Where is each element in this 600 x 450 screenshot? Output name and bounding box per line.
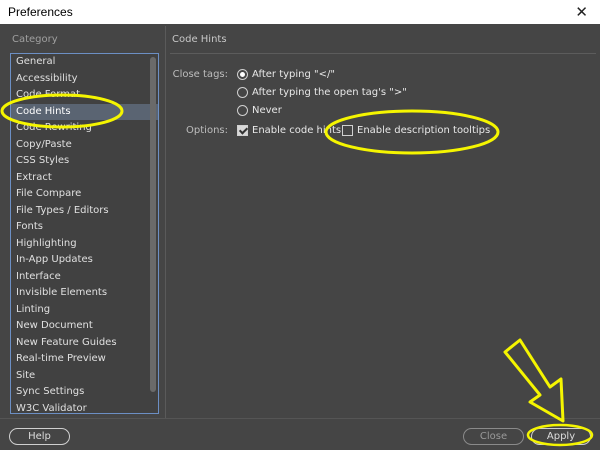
sidebar-item-interface[interactable]: Interface bbox=[11, 269, 158, 286]
sidebar-item-file-compare[interactable]: File Compare bbox=[11, 186, 158, 203]
category-items: General Accessibility Code Format Code Hint… bbox=[11, 54, 158, 414]
sidebar-item-file-types-editors[interactable]: File Types / Editors bbox=[11, 203, 158, 220]
enable-description-tooltips-label: Enable description tooltips bbox=[357, 125, 491, 136]
enable-code-hints-label: Enable code hints bbox=[252, 125, 342, 136]
radio-button[interactable] bbox=[237, 69, 248, 80]
sidebar-item-code-hints[interactable]: Code Hints bbox=[11, 103, 158, 120]
sidebar-item-general[interactable]: General bbox=[11, 54, 158, 71]
sidebar-item-new-feature-guides[interactable]: New Feature Guides bbox=[11, 335, 158, 352]
panel-title-rule bbox=[170, 53, 596, 54]
sidebar-item-linting[interactable]: Linting bbox=[11, 302, 158, 319]
sidebar-item-invisible-elements[interactable]: Invisible Elements bbox=[11, 285, 158, 302]
enable-description-tooltips-option[interactable]: Enable description tooltips bbox=[342, 125, 490, 136]
radio-label: After typing "</" bbox=[252, 69, 335, 80]
radio-after-open-tag[interactable]: After typing the open tag's ">" bbox=[237, 87, 407, 98]
apply-button[interactable]: Apply bbox=[531, 428, 591, 445]
sidebar-item-new-document[interactable]: New Document bbox=[11, 318, 158, 335]
enable-code-hints-checkbox[interactable] bbox=[237, 125, 248, 136]
sidebar-item-code-format[interactable]: Code Format bbox=[11, 87, 158, 104]
sidebar-item-code-rewriting[interactable]: Code Rewriting bbox=[11, 120, 158, 137]
options-label: Options: bbox=[186, 125, 228, 136]
sidebar-item-extract[interactable]: Extract bbox=[11, 170, 158, 187]
category-heading: Category bbox=[12, 34, 58, 45]
close-button[interactable]: Close bbox=[463, 428, 524, 445]
title-bar: Preferences ✕ bbox=[0, 0, 600, 24]
sidebar-item-site[interactable]: Site bbox=[11, 368, 158, 385]
enable-code-hints-option[interactable]: Enable code hints bbox=[237, 125, 341, 136]
panel-title: Code Hints bbox=[172, 34, 227, 45]
sidebar-item-in-app-updates[interactable]: In-App Updates bbox=[11, 252, 158, 269]
radio-button[interactable] bbox=[237, 105, 248, 116]
sidebar-item-real-time-preview[interactable]: Real-time Preview bbox=[11, 351, 158, 368]
radio-label: After typing the open tag's ">" bbox=[252, 87, 407, 98]
radio-never[interactable]: Never bbox=[237, 105, 282, 116]
help-button[interactable]: Help bbox=[9, 428, 70, 445]
footer-rule bbox=[0, 418, 600, 419]
sidebar-item-w3c-validator[interactable]: W3C Validator bbox=[11, 401, 158, 414]
sidebar-item-fonts[interactable]: Fonts bbox=[11, 219, 158, 236]
radio-label: Never bbox=[252, 105, 282, 116]
panel-divider bbox=[165, 26, 166, 418]
window-title: Preferences bbox=[8, 5, 73, 19]
category-scrollbar[interactable] bbox=[150, 57, 156, 392]
sidebar-item-sync-settings[interactable]: Sync Settings bbox=[11, 384, 158, 401]
sidebar-item-accessibility[interactable]: Accessibility bbox=[11, 71, 158, 88]
sidebar-item-css-styles[interactable]: CSS Styles bbox=[11, 153, 158, 170]
arrow-to-apply bbox=[503, 338, 565, 423]
radio-button[interactable] bbox=[237, 87, 248, 98]
close-tags-label: Close tags: bbox=[172, 69, 228, 80]
sidebar-item-highlighting[interactable]: Highlighting bbox=[11, 236, 158, 253]
sidebar-item-copy-paste[interactable]: Copy/Paste bbox=[11, 137, 158, 154]
close-icon[interactable]: ✕ bbox=[575, 3, 588, 21]
category-list[interactable]: General Accessibility Code Format Code Hint… bbox=[10, 53, 159, 414]
radio-after-typing-slash[interactable]: After typing "</" bbox=[237, 69, 335, 80]
enable-description-tooltips-checkbox[interactable] bbox=[342, 125, 353, 136]
